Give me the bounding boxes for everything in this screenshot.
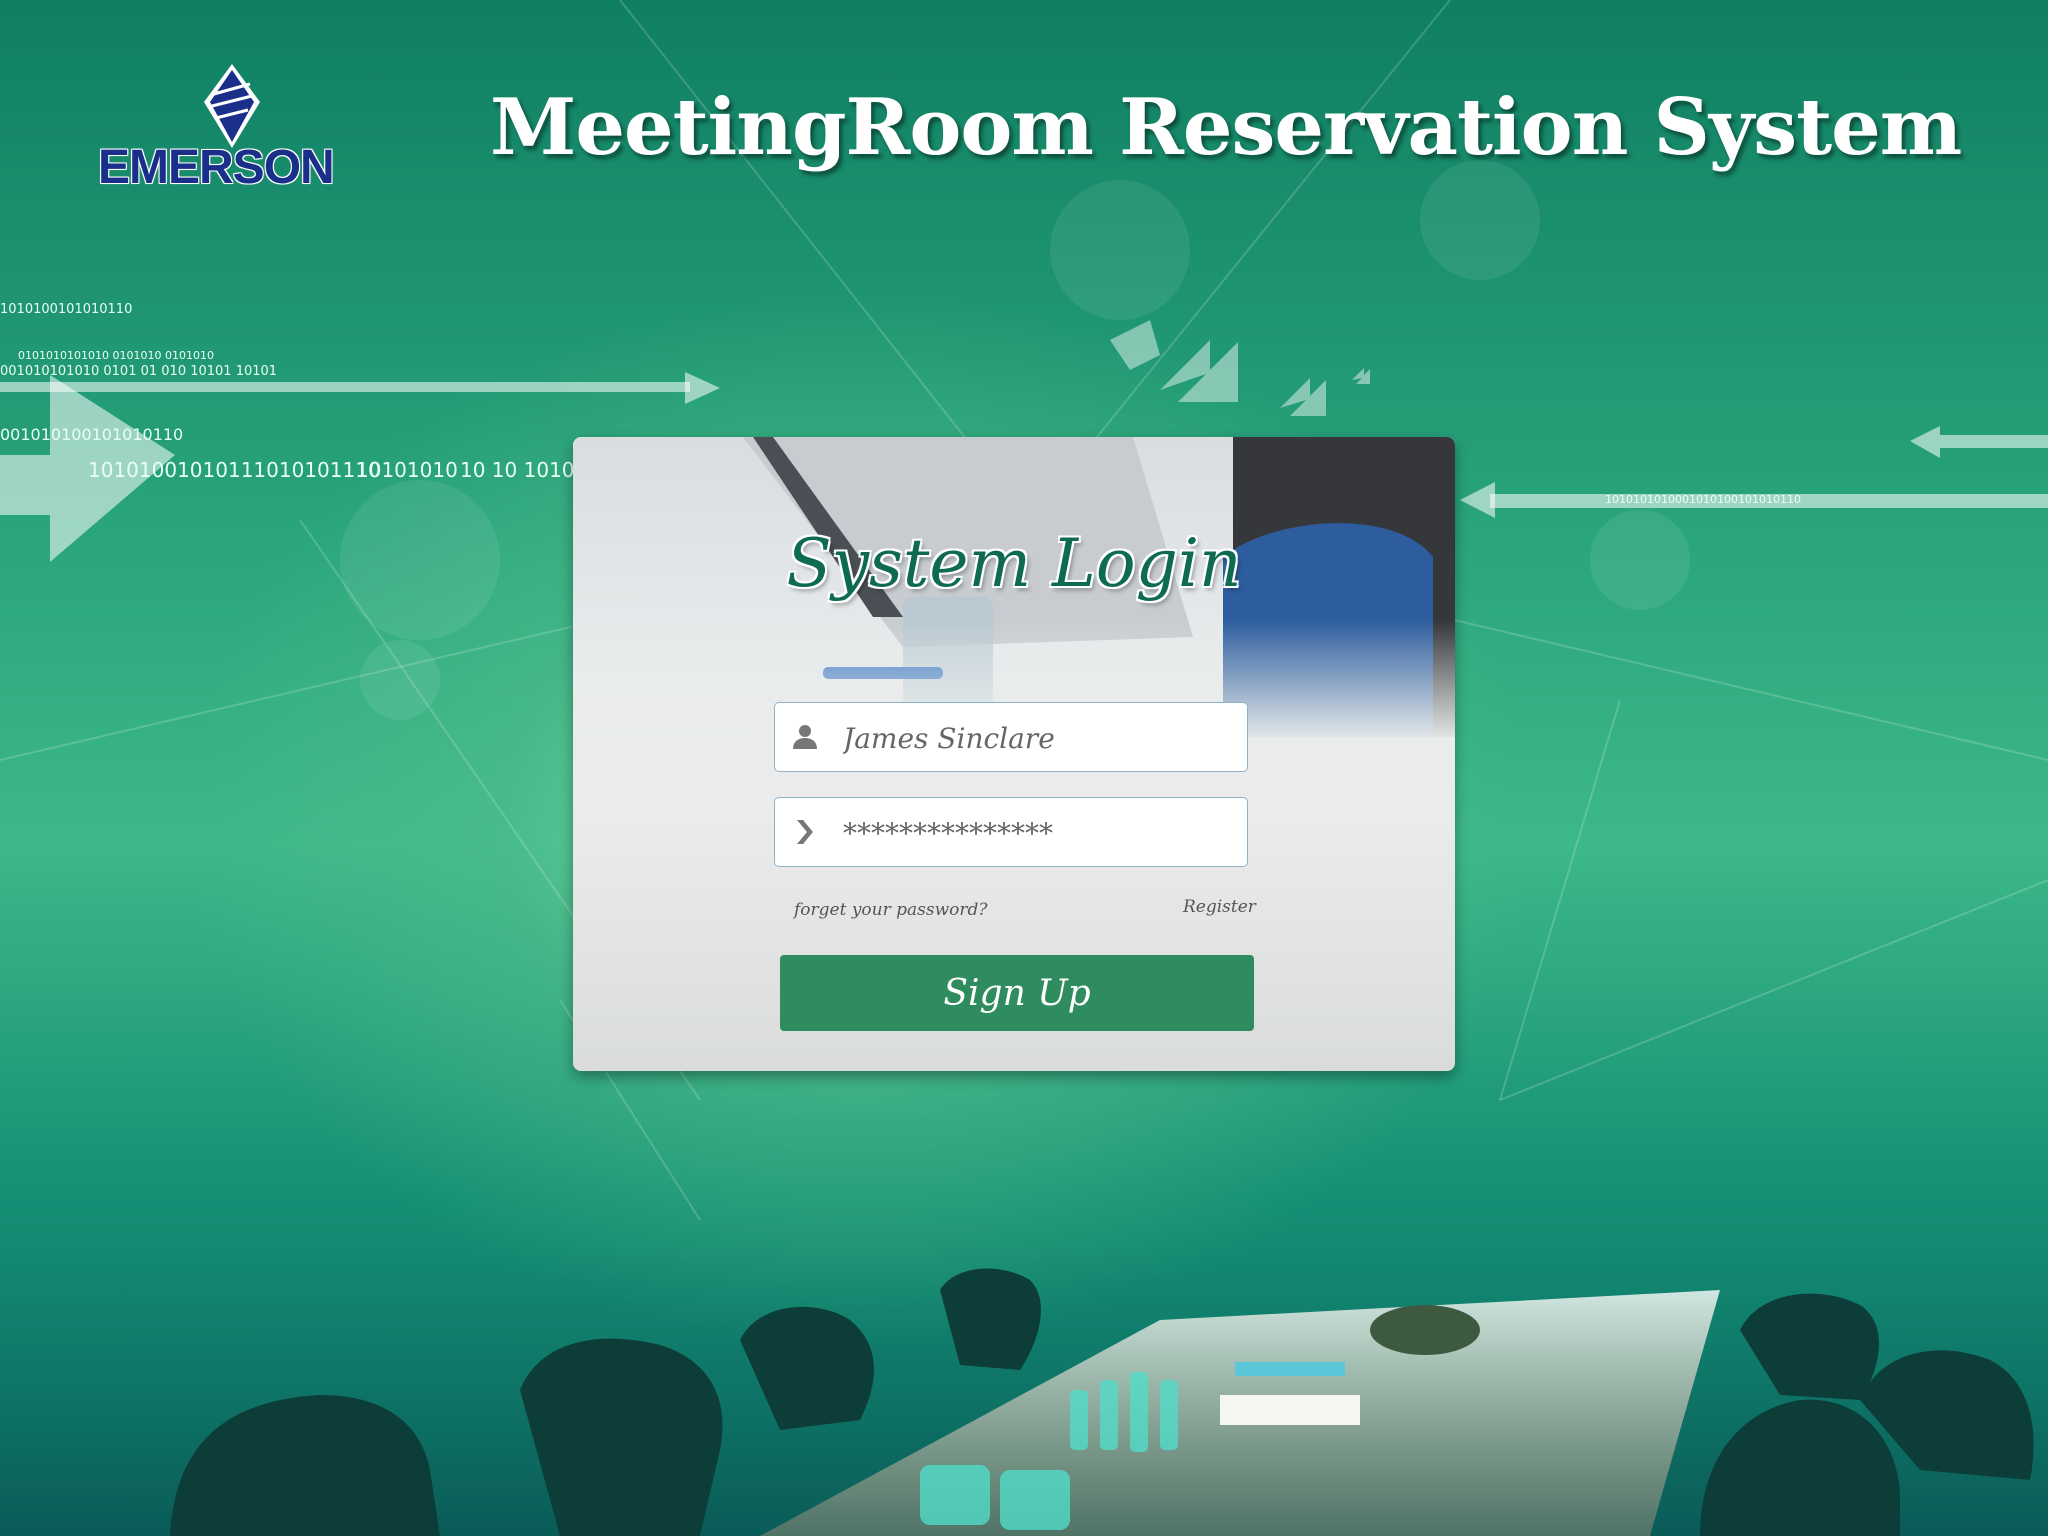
- binary-line-8: 1010101010001010100101010110: [1605, 493, 1801, 506]
- forgot-password-link[interactable]: forget your password?: [794, 900, 988, 920]
- login-card: System Login forget your password? Regis…: [573, 437, 1455, 1071]
- binary-line-6: 10101010: [356, 458, 458, 482]
- username-input[interactable]: [841, 713, 1235, 763]
- binary-line-1: 1010100101010110: [0, 302, 133, 317]
- page-title: MeetingRoom Reservation System: [490, 82, 1962, 173]
- logo-emblem-icon: [204, 64, 260, 148]
- binary-line-2: 0101010101010 0101010 0101010: [18, 349, 214, 362]
- chevron-right-icon: [797, 820, 813, 844]
- emerson-logo: EMERSON: [98, 60, 378, 194]
- username-field[interactable]: [774, 702, 1248, 772]
- logo-text: EMERSON: [98, 141, 335, 194]
- binary-line-4: 001010100101010110: [0, 425, 184, 444]
- password-input[interactable]: [841, 808, 1235, 858]
- register-link[interactable]: Register: [1183, 897, 1256, 917]
- password-field[interactable]: [774, 797, 1248, 867]
- binary-line-5: 10101001010111010101110: [88, 458, 381, 482]
- binary-line-3: 001010101010 0101 01 010 10101 10101: [0, 364, 278, 379]
- user-icon: [793, 725, 817, 749]
- login-title: System Login: [786, 525, 1242, 602]
- sign-up-button[interactable]: Sign Up: [780, 955, 1254, 1031]
